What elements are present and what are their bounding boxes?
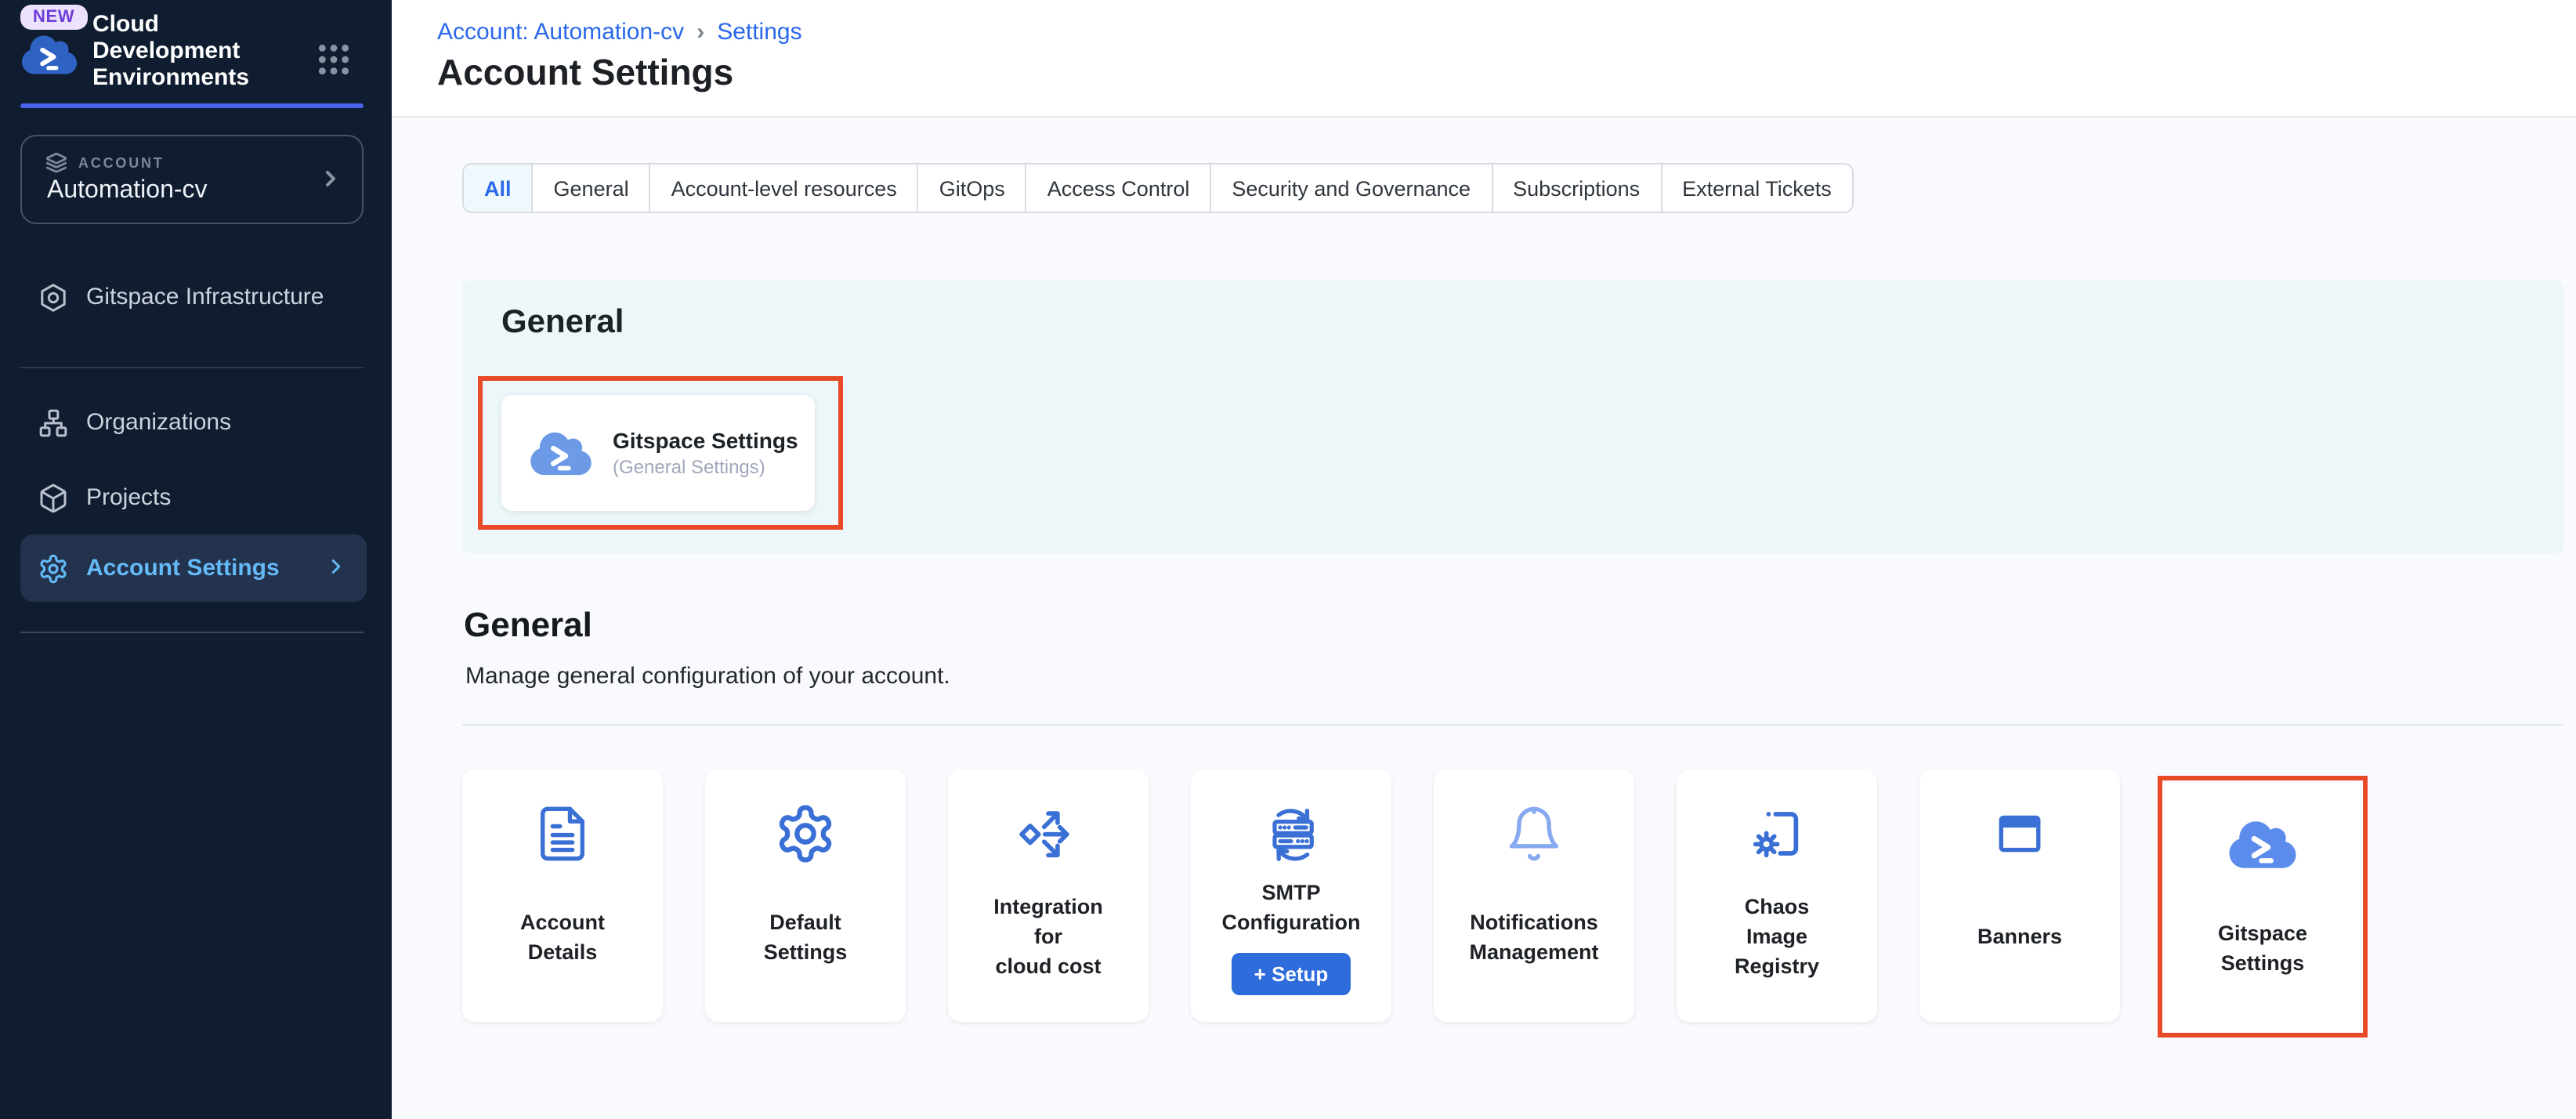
org-chart-icon (38, 407, 69, 438)
document-icon (533, 804, 592, 864)
sidebar-divider (20, 632, 364, 633)
new-badge: NEW (20, 5, 87, 30)
sidebar: NEW Cloud Development Environments (0, 0, 392, 1119)
sidebar-item-projects[interactable]: Projects (20, 464, 367, 531)
notifications-management-card[interactable]: Notifications Management (1434, 770, 1634, 1022)
account-name: Automation-cv (47, 177, 208, 205)
cube-icon (38, 482, 69, 513)
annotation-box: Gitspace Settings (2158, 776, 2368, 1038)
sidebar-item-label: Account Settings (86, 555, 280, 581)
sidebar-item-label: Organizations (86, 409, 231, 436)
default-settings-card[interactable]: Default Settings (705, 770, 906, 1022)
card-label: Account Details (520, 907, 605, 966)
gear-icon (38, 552, 69, 584)
smtp-server-sync-icon (1258, 801, 1324, 867)
card-label: Banners (1977, 922, 2062, 951)
chaos-image-registry-card[interactable]: Chaos Image Registry (1677, 770, 1877, 1022)
general-section-heading: General (464, 605, 592, 646)
general-section-description: Manage general configuration of your acc… (465, 663, 950, 690)
banners-card[interactable]: Banners (1919, 770, 2120, 1022)
tab-external-tickets[interactable]: External Tickets (1660, 165, 1852, 212)
card-label: Gitspace Settings (2218, 918, 2307, 977)
sidebar-item-label: Gitspace Infrastructure (86, 284, 324, 310)
registry-gear-icon (1746, 802, 1808, 865)
integration-arrows-icon (1015, 801, 1081, 867)
chevron-right-icon (324, 555, 348, 578)
cloud-cost-integration-card[interactable]: Integration for cloud cost (948, 770, 1149, 1022)
page-header: Account: Automation-cv › Settings Accoun… (392, 0, 2576, 118)
gitspace-settings-card[interactable]: Gitspace Settings (General Settings) (501, 395, 815, 511)
highlighted-general-section: General Gitspace Settings (General Setti… (462, 281, 2563, 553)
tab-gitops[interactable]: GitOps (917, 165, 1026, 212)
card-subtitle: (General Settings) (613, 456, 798, 478)
banner-window-icon (1990, 804, 2050, 864)
gitspace-settings-card-bottom[interactable]: Gitspace Settings (2162, 780, 2363, 1033)
card-label: SMTP Configuration (1222, 878, 1361, 937)
breadcrumb-account-link[interactable]: Account: Automation-cv (437, 19, 684, 45)
card-label: Chaos Image Registry (1735, 892, 1819, 981)
section-heading: General (501, 304, 624, 342)
account-scope-selector[interactable]: ACCOUNT Automation-cv (20, 135, 364, 224)
smtp-setup-button[interactable]: + Setup (1232, 953, 1351, 995)
breadcrumb-chevron-icon: › (696, 19, 704, 45)
gitspace-cloud-icon (530, 429, 592, 477)
brand-underline (20, 103, 364, 108)
account-details-card[interactable]: Account Details (462, 770, 663, 1022)
tab-security-and-governance[interactable]: Security and Governance (1210, 165, 1491, 212)
card-label: Default Settings (764, 907, 848, 966)
settings-tabbar: All General Account-level resources GitO… (462, 163, 1854, 213)
card-label: Integration for cloud cost (993, 892, 1103, 981)
smtp-configuration-card[interactable]: SMTP Configuration + Setup (1191, 770, 1391, 1022)
app-grid-icon[interactable] (317, 42, 351, 77)
sidebar-item-label: Projects (86, 484, 171, 511)
sidebar-divider (20, 367, 364, 368)
hexagon-target-icon (38, 281, 69, 313)
settings-cards-row: Account Details Default Settings (462, 770, 2363, 1022)
tab-subscriptions[interactable]: Subscriptions (1491, 165, 1660, 212)
breadcrumb-settings-link[interactable]: Settings (717, 19, 801, 45)
tab-account-level-resources[interactable]: Account-level resources (649, 165, 917, 212)
section-divider (462, 724, 2563, 726)
tab-access-control[interactable]: Access Control (1026, 165, 1210, 212)
product-title: Cloud Development Environments (92, 11, 255, 91)
cde-logo-cloud-icon (20, 33, 78, 77)
page-title: Account Settings (437, 52, 733, 94)
sidebar-item-account-settings[interactable]: Account Settings (20, 534, 367, 602)
account-scope-label: ACCOUNT (78, 155, 165, 171)
bell-icon (1504, 804, 1564, 864)
app-root: NEW Cloud Development Environments (0, 0, 2576, 1119)
sidebar-item-gitspace-infrastructure[interactable]: Gitspace Infrastructure (20, 263, 367, 331)
tab-all[interactable]: All (464, 165, 532, 212)
breadcrumb: Account: Automation-cv › Settings (437, 19, 802, 45)
sidebar-item-organizations[interactable]: Organizations (20, 389, 367, 456)
gear-icon (774, 802, 837, 865)
card-title: Gitspace Settings (613, 428, 798, 453)
tab-general[interactable]: General (532, 165, 649, 212)
chevron-right-icon (318, 166, 343, 191)
layers-icon (45, 152, 67, 174)
gitspace-cloud-icon (2228, 818, 2297, 871)
main-content: Account: Automation-cv › Settings Accoun… (392, 0, 2576, 1119)
card-label: Notifications Management (1469, 907, 1598, 966)
